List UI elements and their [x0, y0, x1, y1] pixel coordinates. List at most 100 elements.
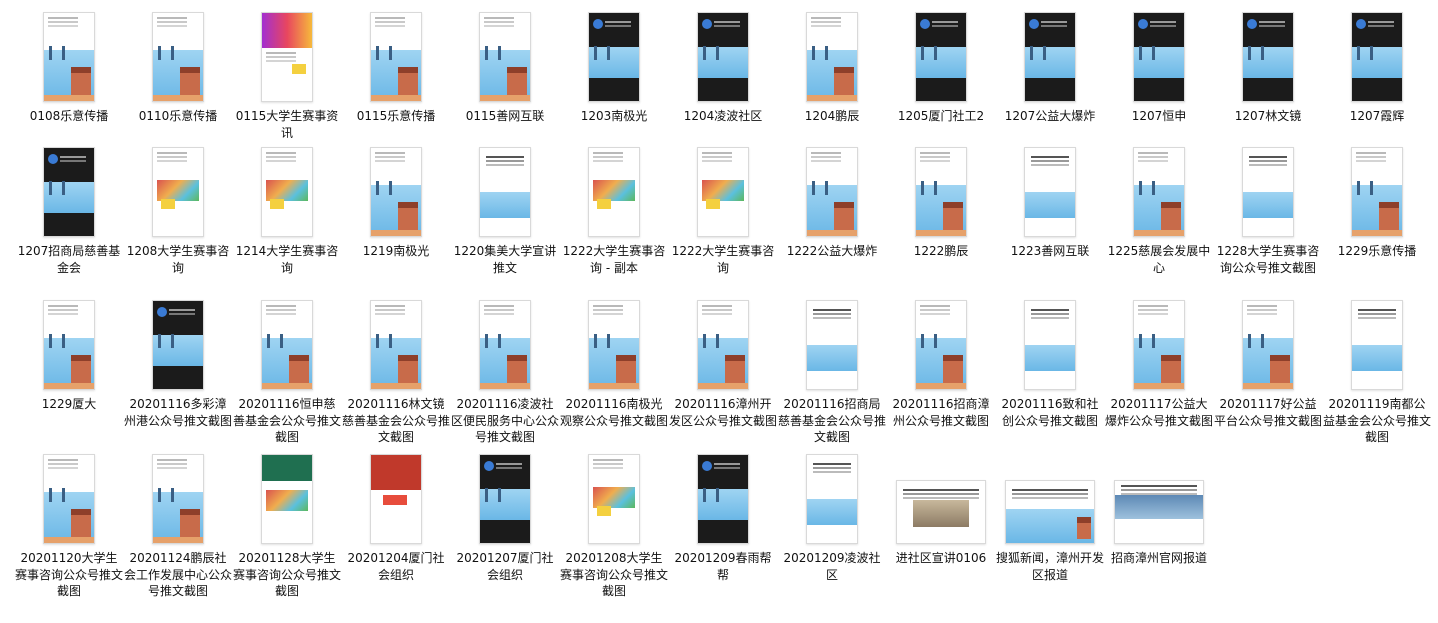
file-item[interactable]: 1228大学生赛事咨询公众号推文截图 [1214, 143, 1322, 276]
file-item[interactable]: 1208大学生赛事咨询 [124, 143, 232, 276]
file-item[interactable]: 1222公益大爆炸 [778, 143, 886, 260]
file-item[interactable]: 1204凌波社区 [669, 8, 777, 125]
file-item[interactable]: 1222大学生赛事咨询 - 副本 [560, 143, 668, 276]
file-thumbnail[interactable] [996, 8, 1104, 102]
file-thumbnail[interactable] [124, 296, 232, 390]
file-thumbnail[interactable] [1323, 296, 1431, 390]
file-item[interactable]: 1204鹏辰 [778, 8, 886, 125]
file-item[interactable]: 20201207厦门社会组织 [451, 450, 559, 583]
file-thumbnail[interactable] [233, 8, 341, 102]
file-thumbnail[interactable] [887, 296, 995, 390]
file-item[interactable]: 20201116漳州开发区公众号推文截图 [669, 296, 777, 429]
file-thumbnail[interactable] [15, 143, 123, 237]
file-item[interactable]: 20201116凌波社区便民服务中心公众号推文截图 [451, 296, 559, 446]
file-item[interactable]: 20201116招商漳州公众号推文截图 [887, 296, 995, 429]
file-thumbnail[interactable] [560, 143, 668, 237]
file-thumbnail[interactable] [669, 8, 777, 102]
file-thumbnail[interactable] [887, 8, 995, 102]
file-item[interactable]: 1222鹏辰 [887, 143, 995, 260]
file-item[interactable]: 20201120大学生赛事咨询公众号推文截图 [15, 450, 123, 600]
file-item[interactable]: 20201208大学生赛事咨询公众号推文截图 [560, 450, 668, 600]
file-item[interactable]: 0115大学生赛事资讯 [233, 8, 341, 141]
file-thumbnail[interactable] [778, 450, 886, 544]
file-thumbnail[interactable] [233, 143, 341, 237]
file-thumbnail[interactable] [233, 450, 341, 544]
file-thumbnail[interactable] [15, 450, 123, 544]
file-item[interactable]: 20201116恒申慈善基金会公众号推文截图 [233, 296, 341, 446]
file-thumbnail[interactable] [669, 450, 777, 544]
file-thumbnail[interactable] [778, 143, 886, 237]
file-thumbnail[interactable] [342, 143, 450, 237]
file-thumbnail[interactable] [1323, 143, 1431, 237]
file-item[interactable]: 1207招商局慈善基金会 [15, 143, 123, 276]
file-item[interactable]: 0115善网互联 [451, 8, 559, 125]
file-item[interactable]: 20201119南都公益基金会公众号推文截图 [1323, 296, 1431, 446]
file-thumbnail[interactable] [560, 296, 668, 390]
file-thumbnail[interactable] [15, 296, 123, 390]
file-item[interactable]: 招商漳州官网报道 [1105, 450, 1213, 567]
file-thumbnail[interactable] [560, 450, 668, 544]
file-item[interactable]: 1229乐意传播 [1323, 143, 1431, 260]
file-thumbnail[interactable] [1105, 8, 1213, 102]
file-thumbnail[interactable] [451, 296, 559, 390]
file-item[interactable]: 20201124鹏辰社会工作发展中心公众号推文截图 [124, 450, 232, 600]
file-thumbnail[interactable] [1105, 296, 1213, 390]
file-thumbnail[interactable] [778, 296, 886, 390]
file-item[interactable]: 0108乐意传播 [15, 8, 123, 125]
file-item[interactable]: 20201117公益大爆炸公众号推文截图 [1105, 296, 1213, 429]
file-thumbnail[interactable] [124, 8, 232, 102]
file-thumbnail[interactable] [996, 450, 1104, 544]
file-thumbnail[interactable] [451, 8, 559, 102]
file-item[interactable]: 20201116招商局慈善基金会公众号推文截图 [778, 296, 886, 446]
file-thumbnail[interactable] [669, 143, 777, 237]
file-thumbnail[interactable] [1214, 296, 1322, 390]
file-thumbnail[interactable] [778, 8, 886, 102]
file-item[interactable]: 1207公益大爆炸 [996, 8, 1104, 125]
file-thumbnail[interactable] [15, 8, 123, 102]
file-thumbnail[interactable] [342, 8, 450, 102]
file-item[interactable]: 进社区宣讲0106 [887, 450, 995, 567]
file-thumbnail[interactable] [1105, 450, 1213, 544]
file-thumbnail[interactable] [560, 8, 668, 102]
file-item[interactable]: 0110乐意传播 [124, 8, 232, 125]
file-thumbnail[interactable] [124, 143, 232, 237]
file-item[interactable]: 1207霞辉 [1323, 8, 1431, 125]
file-thumbnail[interactable] [124, 450, 232, 544]
file-thumbnail[interactable] [1214, 143, 1322, 237]
file-item[interactable]: 搜狐新闻，漳州开发区报道 [996, 450, 1104, 583]
file-item[interactable]: 1222大学生赛事咨询 [669, 143, 777, 276]
file-item[interactable]: 1207恒申 [1105, 8, 1213, 125]
file-thumbnail[interactable] [233, 296, 341, 390]
file-item[interactable]: 1229厦大 [15, 296, 123, 413]
file-item[interactable]: 1219南极光 [342, 143, 450, 260]
file-item[interactable]: 1220集美大学宣讲推文 [451, 143, 559, 276]
file-item[interactable]: 20201117好公益平台公众号推文截图 [1214, 296, 1322, 429]
file-item[interactable]: 1225慈展会发展中心 [1105, 143, 1213, 276]
file-item[interactable]: 1223善网互联 [996, 143, 1104, 260]
file-item[interactable]: 20201209春雨帮帮 [669, 450, 777, 583]
file-thumbnail[interactable] [996, 296, 1104, 390]
file-item[interactable]: 20201116南极光观察公众号推文截图 [560, 296, 668, 429]
file-item[interactable]: 20201116致和社创公众号推文截图 [996, 296, 1104, 429]
file-item[interactable]: 1205厦门社工2 [887, 8, 995, 125]
file-thumbnail[interactable] [887, 450, 995, 544]
file-thumbnail[interactable] [996, 143, 1104, 237]
file-thumbnail[interactable] [669, 296, 777, 390]
file-thumbnail[interactable] [342, 296, 450, 390]
file-thumbnail[interactable] [451, 450, 559, 544]
file-item[interactable]: 20201116多彩漳州港公众号推文截图 [124, 296, 232, 429]
file-item[interactable]: 0115乐意传播 [342, 8, 450, 125]
file-thumbnail[interactable] [1214, 8, 1322, 102]
file-item[interactable]: 20201209凌波社区 [778, 450, 886, 583]
file-item[interactable]: 20201204厦门社会组织 [342, 450, 450, 583]
file-item[interactable]: 1207林文镜 [1214, 8, 1322, 125]
file-item[interactable]: 20201128大学生赛事咨询公众号推文截图 [233, 450, 341, 600]
file-item[interactable]: 1214大学生赛事咨询 [233, 143, 341, 276]
file-thumbnail[interactable] [451, 143, 559, 237]
file-thumbnail[interactable] [1323, 8, 1431, 102]
file-thumbnail[interactable] [1105, 143, 1213, 237]
file-thumbnail[interactable] [342, 450, 450, 544]
file-thumbnail[interactable] [887, 143, 995, 237]
file-item[interactable]: 20201116林文镜慈善基金会公众号推文截图 [342, 296, 450, 446]
file-item[interactable]: 1203南极光 [560, 8, 668, 125]
